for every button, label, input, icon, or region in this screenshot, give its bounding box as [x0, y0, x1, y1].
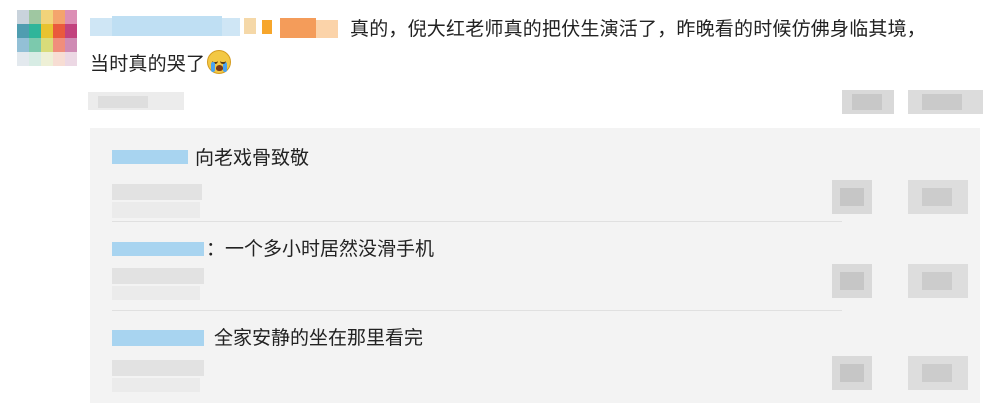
divider	[112, 221, 842, 222]
avatar[interactable]	[17, 10, 77, 66]
comment-username[interactable]	[90, 14, 340, 42]
comment-actions[interactable]	[842, 90, 987, 116]
reply-text: 向老戏骨致敬	[195, 147, 310, 169]
reply-meta	[112, 360, 207, 394]
comment-text-line2: 当时真的哭了	[90, 53, 206, 75]
crying-face-icon	[207, 50, 232, 74]
comment-text-line1: 真的，倪大红老师真的把伏生演活了，昨晚看的时候仿佛身临其境，	[350, 18, 927, 40]
reply-username[interactable]	[112, 148, 192, 166]
comment-meta	[88, 90, 188, 114]
reply-text: 全家安静的坐在那里看完	[214, 327, 424, 349]
divider	[112, 310, 842, 311]
reply-text: ：一个多小时居然没滑手机	[206, 238, 435, 260]
reply-actions[interactable]	[832, 264, 972, 300]
reply-actions[interactable]	[832, 180, 972, 216]
reply-actions[interactable]	[832, 356, 972, 392]
reply-username[interactable]	[112, 328, 208, 350]
reply-meta	[112, 268, 207, 302]
comment-text: 真的，倪大红老师真的把伏生演活了，昨晚看的时候仿佛身临其境， 当时真的哭了	[90, 12, 970, 75]
reply-username[interactable]	[112, 240, 208, 258]
reply-meta	[112, 184, 207, 220]
